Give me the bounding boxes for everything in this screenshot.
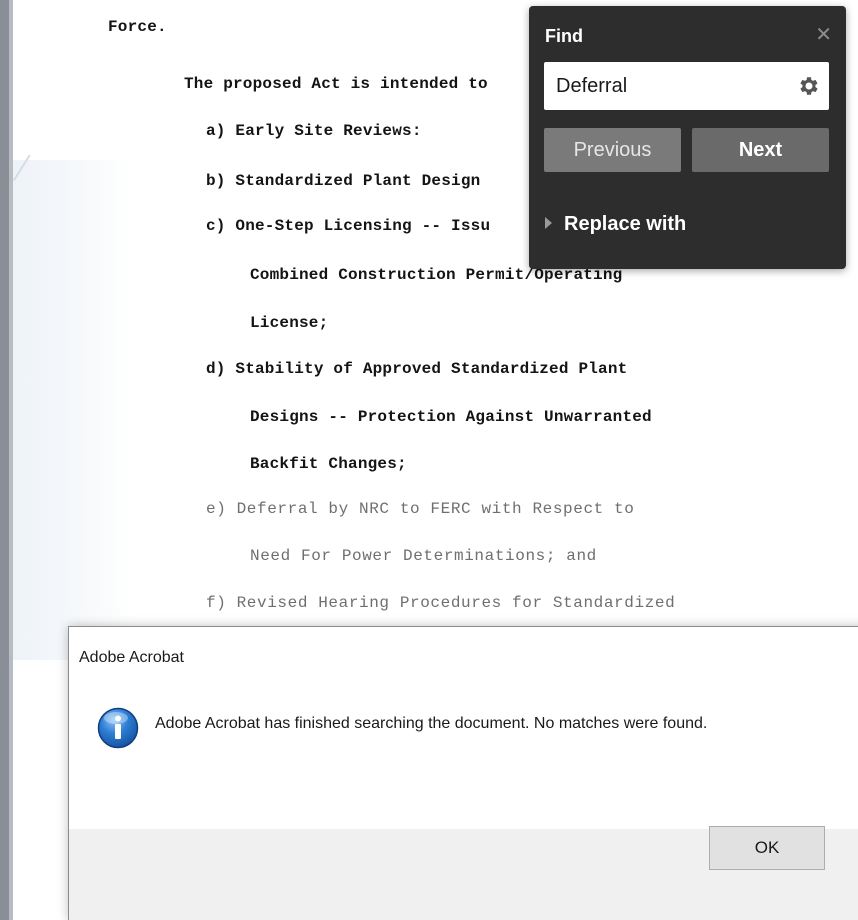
- next-button[interactable]: Next: [692, 128, 829, 172]
- doc-line: c) One-Step Licensing -- Issu: [206, 217, 491, 235]
- gear-icon[interactable]: [797, 74, 821, 98]
- dialog-title: Adobe Acrobat: [79, 649, 184, 666]
- doc-line: e) Deferral by NRC to FERC with Respect …: [206, 500, 635, 518]
- info-icon: [97, 707, 139, 749]
- find-panel-title: Find: [545, 26, 583, 46]
- doc-line: d) Stability of Approved Standardized Pl…: [206, 360, 628, 378]
- close-icon[interactable]: ✕: [815, 22, 832, 47]
- doc-line: Need For Power Determinations; and: [250, 547, 597, 565]
- doc-line: Backfit Changes;: [250, 455, 407, 473]
- replace-with-label: Replace with: [564, 213, 687, 235]
- caret-right-icon: [545, 217, 552, 229]
- doc-line: License;: [250, 314, 329, 332]
- find-panel: Find ✕ Previous Next Replace with: [529, 6, 846, 269]
- search-input[interactable]: [544, 62, 794, 110]
- ok-button[interactable]: OK: [709, 826, 825, 870]
- pdf-viewer: Force. The proposed Act is intended to a…: [0, 0, 858, 920]
- search-field: [544, 62, 829, 110]
- alert-dialog: Adobe Acrobat Adobe Acrobat has finished…: [68, 626, 858, 920]
- doc-line: The proposed Act is intended to: [184, 75, 488, 93]
- dialog-message: Adobe Acrobat has finished searching the…: [155, 715, 708, 732]
- doc-line: Designs -- Protection Against Unwarrante…: [250, 408, 652, 426]
- dialog-body: [69, 684, 858, 829]
- doc-line: Force.: [108, 18, 167, 36]
- doc-line: b) Standardized Plant Design: [206, 172, 481, 190]
- doc-line: a) Early Site Reviews:: [206, 122, 422, 140]
- previous-button[interactable]: Previous: [544, 128, 681, 172]
- doc-line: f) Revised Hearing Procedures for Standa…: [206, 594, 676, 612]
- dialog-titlebar: Adobe Acrobat: [69, 627, 858, 684]
- left-gutter: [0, 0, 13, 920]
